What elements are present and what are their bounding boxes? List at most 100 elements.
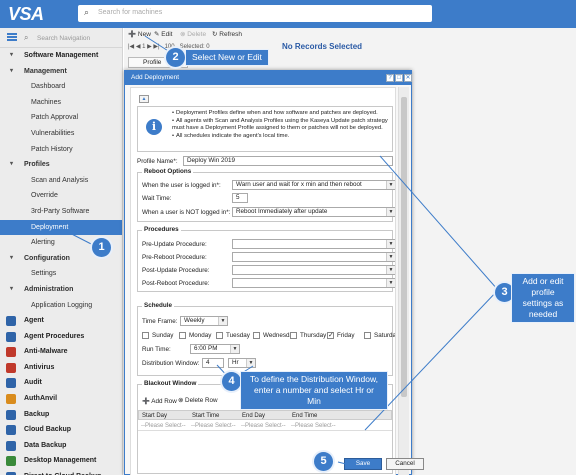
- sidebar-item-cloud-backup[interactable]: Cloud Backup: [0, 422, 122, 438]
- sidebar-item-settings[interactable]: Settings: [0, 266, 122, 282]
- save-button[interactable]: Save: [344, 458, 382, 470]
- dialog-scrollbar[interactable]: [398, 87, 409, 475]
- new-button[interactable]: ➕ New: [128, 30, 151, 38]
- no-records-label: No Records Selected: [282, 42, 363, 51]
- sidebar-item-backup[interactable]: Backup: [0, 407, 122, 423]
- day-checkbox-monday[interactable]: [179, 332, 186, 339]
- pre-reboot-select[interactable]: ▼: [232, 252, 395, 262]
- module-icon: [6, 394, 16, 405]
- day-checkbox-tuesday[interactable]: [216, 332, 223, 339]
- blackout-window-legend: Blackout Window: [142, 380, 199, 387]
- start-time-cell[interactable]: --Please Select--: [188, 421, 236, 431]
- sidebar-item-label: Scan and Analysis: [31, 176, 89, 184]
- sidebar-item-scan-and-analysis[interactable]: Scan and Analysis: [0, 173, 122, 189]
- module-icon: [6, 347, 16, 358]
- sidebar-item-label: Patch History: [31, 145, 73, 153]
- info-list: Deployment Profiles define when and how …: [172, 110, 390, 140]
- profile-name-input[interactable]: Deploy Win 2019: [183, 156, 393, 166]
- day-checkbox-thursday[interactable]: [290, 332, 297, 339]
- sidebar-item-label: Configuration: [24, 254, 70, 262]
- delete-button[interactable]: ⊗ Delete: [180, 30, 206, 38]
- logged-in-select[interactable]: Warn user and wait for x min and then re…: [232, 180, 395, 190]
- sidebar-item-label: Antivirus: [24, 363, 55, 371]
- day-checkbox-saturday[interactable]: [364, 332, 371, 339]
- sidebar-item-vulnerabilities[interactable]: Vulnerabilities: [0, 126, 122, 142]
- sidebar-item-management[interactable]: ▾ Management: [0, 64, 122, 80]
- pre-update-label: Pre-Update Procedure:: [142, 241, 207, 248]
- sidebar-item-application-logging[interactable]: Application Logging: [0, 298, 122, 314]
- close-icon[interactable]: ✕: [404, 74, 412, 82]
- start-day-cell[interactable]: --Please Select--: [138, 421, 186, 431]
- sidebar-item-agent-procedures[interactable]: Agent Procedures: [0, 329, 122, 345]
- post-update-select[interactable]: ▼: [232, 265, 395, 275]
- info-line: Deployment Profiles define when and how …: [172, 110, 390, 118]
- sidebar-item-audit[interactable]: Audit: [0, 375, 122, 391]
- sidebar-item-administration[interactable]: ▾ Administration: [0, 282, 122, 298]
- sidebar-item-anti-malware[interactable]: Anti-Malware: [0, 344, 122, 360]
- info-line: All agents with Scan and Analysis Profil…: [172, 118, 390, 133]
- col-end-time[interactable]: End Time: [289, 411, 317, 421]
- maximize-icon[interactable]: □: [395, 74, 403, 82]
- end-day-cell[interactable]: --Please Select--: [238, 421, 286, 431]
- distribution-window-input[interactable]: 4: [202, 358, 224, 368]
- post-update-label: Post-Update Procedure:: [142, 267, 210, 274]
- not-logged-in-select[interactable]: Reboot Immediately after update ▼: [232, 207, 395, 217]
- sidebar-item-patch-approval[interactable]: Patch Approval: [0, 110, 122, 126]
- day-checkbox-friday[interactable]: [327, 331, 334, 339]
- sidebar-item-patch-history[interactable]: Patch History: [0, 142, 122, 158]
- chevron-down-icon: ▼: [386, 253, 395, 261]
- distribution-window-label: Distribution Window:: [142, 360, 200, 367]
- table-row: --Please Select-- --Please Select-- --Pl…: [138, 421, 392, 431]
- chevron-down-icon: ▼: [218, 317, 227, 325]
- col-start-time[interactable]: Start Time: [189, 411, 219, 421]
- blackout-grid-header: Start Day Start Time End Day End Time: [138, 410, 392, 420]
- sidebar-item-label: Desktop Management: [24, 457, 97, 465]
- chevron-down-icon: ▼: [386, 279, 395, 287]
- cancel-button[interactable]: Cancel: [386, 458, 424, 470]
- sidebar-item-machines[interactable]: Machines: [0, 95, 122, 111]
- sidebar-item-deployment[interactable]: Deployment: [0, 219, 122, 236]
- sidebar-item-software-management[interactable]: ▾ Software Management: [0, 48, 122, 64]
- sidebar-item-authanvil[interactable]: AuthAnvil: [0, 391, 122, 407]
- pre-update-select[interactable]: ▼: [232, 239, 395, 249]
- callout-5: 5: [314, 452, 333, 471]
- day-checkbox-wednesday[interactable]: [253, 332, 260, 339]
- sidebar-item-desktop-management[interactable]: Desktop Management: [0, 453, 122, 469]
- sidebar-item-antivirus[interactable]: Antivirus: [0, 360, 122, 376]
- sidebar-item-agent[interactable]: Agent: [0, 313, 122, 329]
- module-icon: [6, 409, 16, 420]
- sidebar-item-3rd-party-software[interactable]: 3rd-Party Software: [0, 204, 122, 220]
- day-checkbox-sunday[interactable]: [142, 332, 149, 339]
- post-reboot-select[interactable]: ▼: [232, 278, 395, 288]
- wait-time-input[interactable]: 5: [232, 193, 248, 203]
- sidebar-item-label: Application Logging: [31, 301, 93, 309]
- sidebar-item-label: Patch Approval: [31, 114, 79, 122]
- info-box: i Deployment Profiles define when and ho…: [137, 106, 393, 152]
- sidebar-item-override[interactable]: Override: [0, 188, 122, 204]
- module-icon: [6, 440, 16, 451]
- chevron-down-icon: ▼: [230, 345, 239, 353]
- sidebar-item-dashboard[interactable]: Dashboard: [0, 79, 122, 95]
- machine-search-input[interactable]: ⌕ Search for machines: [78, 5, 432, 22]
- search-icon: ⌕: [84, 7, 90, 17]
- refresh-button[interactable]: ↻ Refresh: [212, 30, 242, 38]
- top-bar: VSA ⌕ Search for machines: [0, 0, 576, 28]
- nav-search-input[interactable]: Search Navigation: [37, 35, 90, 42]
- sidebar-item-direct-to-cloud-backup[interactable]: Direct to Cloud Backup: [0, 469, 122, 475]
- add-row-button[interactable]: ➕ Add Row: [142, 397, 177, 405]
- sidebar-item-profiles[interactable]: ▾ Profiles: [0, 157, 122, 173]
- edit-button[interactable]: ✎ Edit: [154, 30, 172, 38]
- collapse-icon[interactable]: ▲: [139, 95, 149, 103]
- hamburger-menu-icon[interactable]: [7, 33, 17, 41]
- end-time-cell[interactable]: --Please Select--: [288, 421, 336, 431]
- procedures-legend: Procedures: [142, 226, 181, 233]
- col-end-day[interactable]: End Day: [239, 411, 265, 421]
- run-time-select[interactable]: 6:00 PM ▼: [190, 344, 240, 354]
- wait-time-label: Wait Time:: [142, 195, 172, 202]
- delete-row-button[interactable]: ⊗ Delete Row: [178, 397, 218, 404]
- distribution-window-unit-select[interactable]: Hr ▼: [228, 358, 256, 368]
- time-frame-select[interactable]: Weekly ▼: [180, 316, 228, 326]
- help-icon[interactable]: ?: [386, 74, 394, 82]
- sidebar-item-data-backup[interactable]: Data Backup: [0, 438, 122, 454]
- col-start-day[interactable]: Start Day: [139, 411, 167, 421]
